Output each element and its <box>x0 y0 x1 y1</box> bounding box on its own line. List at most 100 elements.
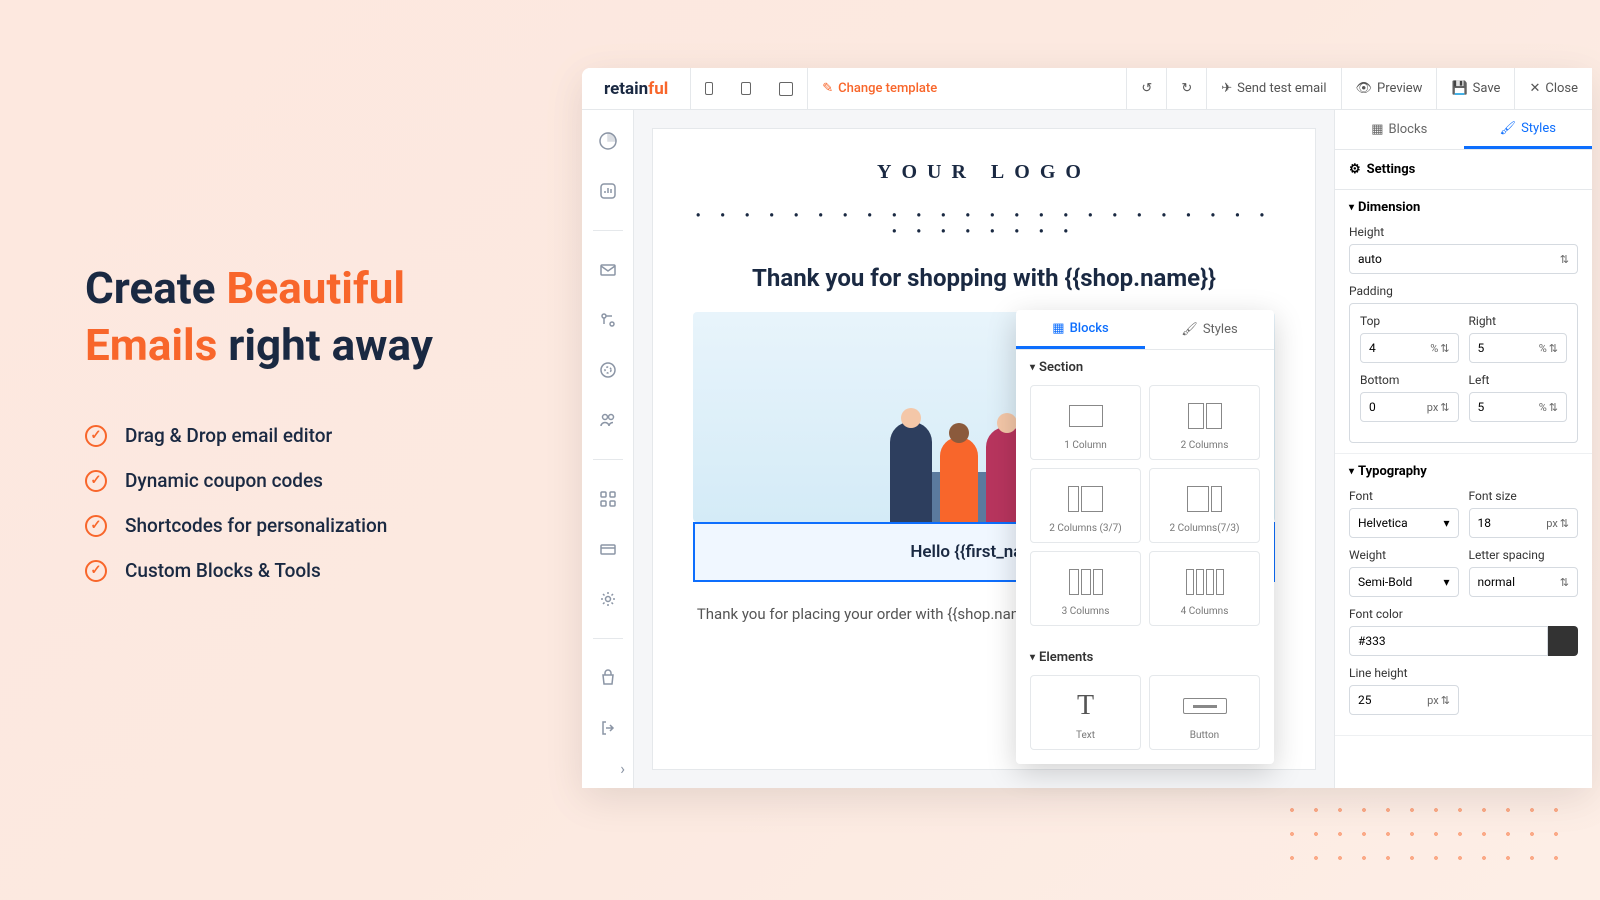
input-value: 5 <box>1478 400 1485 414</box>
send-test-button[interactable]: ✈Send test email <box>1207 68 1340 109</box>
eye-icon: 👁 <box>1356 81 1373 96</box>
field-label: Letter spacing <box>1469 548 1579 562</box>
device-desktop-button[interactable] <box>765 68 807 109</box>
sidebar-logout[interactable] <box>597 717 619 739</box>
block-label: 2 Columns (3/7) <box>1037 523 1134 534</box>
sidebar-analytics[interactable] <box>597 180 619 202</box>
settings-label: Settings <box>1367 162 1416 177</box>
typography-section: Typography FontHelvetica▾ Font size18px … <box>1335 454 1592 736</box>
block-label: 3 Columns <box>1037 606 1134 617</box>
sidebar-customers[interactable] <box>597 409 619 431</box>
padding-bottom-input[interactable]: 0px ⇅ <box>1360 392 1459 422</box>
section-label: Elements <box>1039 650 1093 665</box>
preview-button[interactable]: 👁 Preview <box>1342 68 1437 109</box>
check-icon <box>85 425 107 447</box>
field-label: Left <box>1469 373 1568 387</box>
padding-left-input[interactable]: 5% ⇅ <box>1469 392 1568 422</box>
device-mobile-button[interactable] <box>691 68 727 109</box>
block-2-columns-73[interactable]: 2 Columns(7/3) <box>1149 468 1260 543</box>
block-1-column[interactable]: 1 Column <box>1030 385 1141 460</box>
close-button[interactable]: ✕Close <box>1515 68 1592 109</box>
block-label: 2 Columns <box>1156 440 1253 451</box>
line-height-input[interactable]: 25px ⇅ <box>1349 685 1459 715</box>
section-header[interactable]: Section <box>1030 360 1260 375</box>
height-input[interactable]: auto⇅ <box>1349 244 1578 274</box>
padding-top-input[interactable]: 4% ⇅ <box>1360 333 1459 363</box>
sidebar-expand-button[interactable]: › <box>620 759 625 778</box>
field-label: Bottom <box>1360 373 1459 387</box>
stepper-icon[interactable]: ⇅ <box>1560 576 1569 589</box>
input-value: 25 <box>1358 693 1372 707</box>
font-size-input[interactable]: 18px ⇅ <box>1469 508 1579 538</box>
dimension-section: Dimension Height auto⇅ Padding Top4% ⇅ R… <box>1335 190 1592 454</box>
change-template-button[interactable]: ✎Change template <box>808 68 951 109</box>
device-tablet-button[interactable] <box>727 68 765 109</box>
padding-group: Top4% ⇅ Right5% ⇅ Bottom0px ⇅ Left5% ⇅ <box>1349 303 1578 443</box>
block-2-columns[interactable]: 2 Columns <box>1149 385 1260 460</box>
email-logo-placeholder[interactable]: YOUR LOGO <box>693 161 1275 184</box>
tablet-icon <box>741 82 751 95</box>
sidebar-emails[interactable] <box>597 259 619 281</box>
block-label: Text <box>1037 730 1134 741</box>
topbar: retainful ✎Change template ↺ ↻ ✈Send tes… <box>582 68 1592 110</box>
button-label: Send test email <box>1237 81 1326 96</box>
app-logo: retainful <box>582 79 690 99</box>
input-value: normal <box>1478 575 1516 589</box>
section-header[interactable]: Dimension <box>1349 200 1578 215</box>
field-label: Height <box>1349 225 1578 239</box>
tab-styles[interactable]: 🖌 Styles <box>1464 110 1593 149</box>
sidebar-dashboard[interactable] <box>597 130 619 152</box>
field-label: Font <box>1349 489 1459 503</box>
unit-label: px <box>1546 517 1558 530</box>
select-value: Semi-Bold <box>1358 575 1412 589</box>
font-select[interactable]: Helvetica▾ <box>1349 508 1459 538</box>
block-label: 2 Columns(7/3) <box>1156 523 1253 534</box>
font-color-input[interactable]: #333 <box>1349 626 1578 656</box>
sidebar-settings[interactable] <box>597 588 619 610</box>
color-value: #333 <box>1358 634 1386 648</box>
logo-accent: ful <box>648 79 668 99</box>
button-label: Change template <box>838 81 937 96</box>
sidebar-store[interactable] <box>597 667 619 689</box>
blocks-panel-tabs: ▦ Blocks 🖌 Styles <box>1016 310 1274 350</box>
section-header[interactable]: Elements <box>1030 650 1260 665</box>
block-3-columns[interactable]: 3 Columns <box>1030 551 1141 626</box>
block-4-columns[interactable]: 4 Columns <box>1149 551 1260 626</box>
settings-header[interactable]: ⚙Settings <box>1335 150 1592 190</box>
padding-right-input[interactable]: 5% ⇅ <box>1469 333 1568 363</box>
sidebar-billing[interactable] <box>597 538 619 560</box>
redo-button[interactable]: ↻ <box>1167 68 1206 109</box>
block-2-columns-37[interactable]: 2 Columns (3/7) <box>1030 468 1141 543</box>
unit-label: px <box>1427 694 1439 707</box>
input-value: 18 <box>1478 516 1492 530</box>
hero-text: Create <box>85 262 226 314</box>
color-swatch[interactable] <box>1548 626 1578 656</box>
sidebar-automation[interactable] <box>597 309 619 331</box>
hero-headline: Create Beautiful Emails right away <box>85 260 515 374</box>
tab-blocks[interactable]: ▦ Blocks <box>1335 110 1464 149</box>
tab-label: Blocks <box>1389 122 1428 137</box>
section-header[interactable]: Typography <box>1349 464 1578 479</box>
styles-panel: ▦ Blocks 🖌 Styles ⚙Settings Dimension He… <box>1334 110 1592 788</box>
button-label: Close <box>1545 81 1578 96</box>
email-headline[interactable]: Thank you for shopping with {{shop.name}… <box>693 264 1275 292</box>
tab-blocks[interactable]: ▦ Blocks <box>1016 310 1145 349</box>
input-value: 4 <box>1369 341 1376 355</box>
sidebar-apps[interactable] <box>597 488 619 510</box>
field-label: Top <box>1360 314 1459 328</box>
button-icon <box>1183 698 1227 714</box>
block-button[interactable]: Button <box>1149 675 1260 750</box>
undo-button[interactable]: ↺ <box>1127 68 1166 109</box>
save-icon: 💾 <box>1451 81 1467 96</box>
letter-spacing-input[interactable]: normal ⇅ <box>1469 567 1579 597</box>
sidebar-coupons[interactable] <box>597 359 619 381</box>
weight-select[interactable]: Semi-Bold▾ <box>1349 567 1459 597</box>
feature-label: Dynamic coupon codes <box>125 469 323 492</box>
save-button[interactable]: 💾Save <box>1437 68 1514 109</box>
feature-label: Custom Blocks & Tools <box>125 559 321 582</box>
tab-styles[interactable]: 🖌 Styles <box>1145 310 1274 349</box>
block-text[interactable]: TText <box>1030 675 1141 750</box>
feature-item: Dynamic coupon codes <box>85 469 515 492</box>
button-label: Preview <box>1377 81 1422 96</box>
stepper-icon[interactable]: ⇅ <box>1560 253 1569 266</box>
